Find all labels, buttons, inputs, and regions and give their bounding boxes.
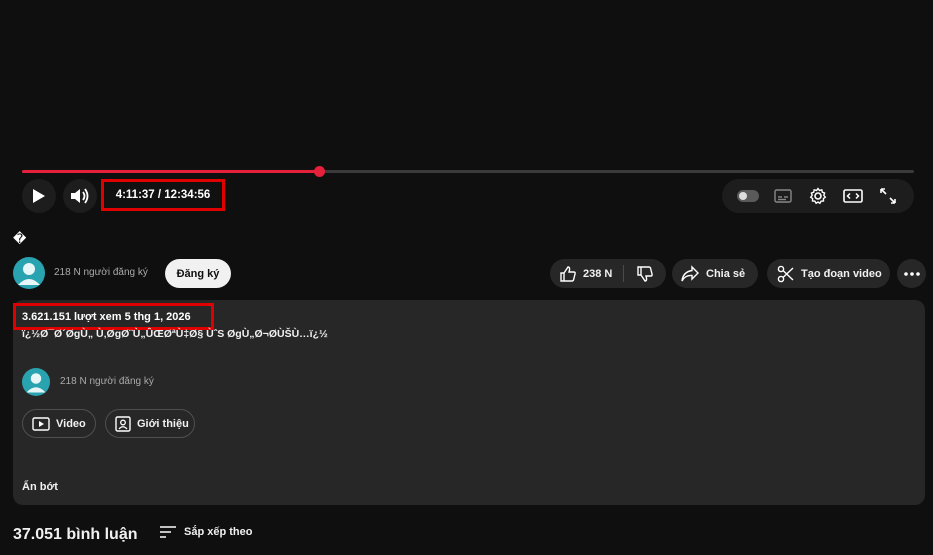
scissors-icon [777,265,794,282]
video-player[interactable]: 4:11:37 / 12:34:56 [0,0,933,222]
view-count-date: 3.621.151 lượt xem 5 thg 1, 2026 [13,303,214,330]
share-button[interactable]: Chia sẻ [672,259,758,288]
channel-avatar[interactable] [13,257,45,289]
thumbs-down-icon [637,265,653,282]
player-right-controls [722,179,914,213]
play-button[interactable] [22,179,56,213]
progress-scrubber[interactable] [314,166,326,177]
theater-mode-icon [843,189,863,203]
thumbs-up-icon [560,265,576,282]
sort-label: Sắp xếp theo [184,526,253,538]
channel-about-button[interactable]: Giới thiệu [105,409,195,438]
settings-button[interactable] [804,182,832,210]
sort-comments-button[interactable]: Sắp xếp theo [160,526,252,538]
volume-icon [71,188,89,204]
more-actions-button[interactable] [897,259,926,288]
captions-button[interactable] [769,182,797,210]
like-dislike-group: 238 N [550,259,666,288]
like-count: 238 N [583,267,613,280]
time-display: 4:11:37 / 12:34:56 [101,179,225,211]
settings-gear-icon [809,187,827,205]
captions-icon [774,189,792,203]
description-text: ï¿½Ø¯Ø´ØgÙ„ Ù‚ØgØ¨Ù„ÛŒØªÙ‡Ø§ ÙˆS ØgÙ„Ø¬Ø… [22,328,328,340]
avatar-icon [26,373,46,393]
clip-label: Tạo đoạn video [801,267,882,280]
theater-mode-button[interactable] [839,182,867,210]
channel-videos-button[interactable]: Video [22,409,96,438]
fullscreen-button[interactable] [874,182,902,210]
video-title: � [13,231,27,246]
dislike-button[interactable] [624,265,666,283]
fullscreen-icon [880,188,897,204]
comment-count: 37.051 bình luận [13,526,138,543]
like-button[interactable]: 238 N [550,265,624,282]
subscriber-count: 218 N người đăng ký [54,267,148,278]
volume-button[interactable] [63,179,97,213]
progress-fill [22,170,320,173]
video-icon [32,416,50,431]
channel-about-label: Giới thiệu [137,417,189,430]
autoplay-toggle[interactable] [734,182,762,210]
subscribe-button[interactable]: Đăng ký [165,259,231,288]
more-horizontal-icon [903,271,920,276]
sort-icon [160,526,176,538]
profile-icon [115,415,131,432]
avatar-icon [18,263,40,285]
description-subscriber-count: 218 N người đăng ký [60,376,154,387]
channel-videos-label: Video [56,417,86,430]
clip-button[interactable]: Tạo đoạn video [767,259,890,288]
description-panel[interactable]: 3.621.151 lượt xem 5 thg 1, 2026 ï¿½Ø¯Ø´… [13,300,925,505]
play-icon [33,189,45,203]
show-less-button[interactable]: Ẩn bớt [22,481,58,493]
description-channel-avatar[interactable] [22,368,50,396]
progress-bar[interactable] [22,166,914,177]
share-icon [681,264,699,281]
share-label: Chia sẻ [706,267,746,280]
